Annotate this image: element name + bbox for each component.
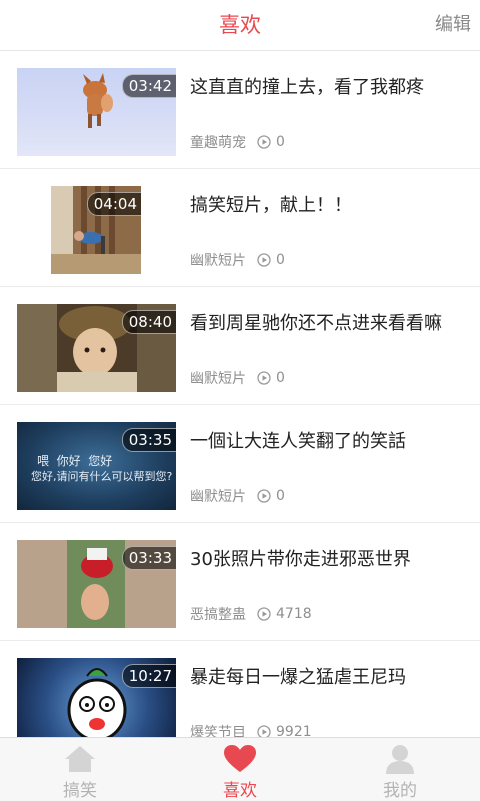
heart-icon: [224, 745, 256, 772]
video-thumbnail[interactable]: 04:04: [51, 186, 141, 274]
duration-badge: 03:42: [121, 74, 176, 98]
duration-badge: 03:35: [121, 428, 176, 452]
video-meta: 幽默短片 0: [190, 368, 285, 388]
user-icon: [386, 745, 414, 774]
video-meta: 爆笑节目 9921: [190, 722, 312, 737]
video-item[interactable]: 10:27 暴走每日一爆之猛虐王尼玛 爆笑节目 9921: [0, 641, 480, 737]
view-count: 9921: [276, 724, 312, 737]
play-count-icon: [257, 253, 271, 267]
edit-button[interactable]: 编辑: [435, 0, 471, 50]
video-item[interactable]: 03:33 30张照片带你走进邪恶世界 恶搞整蛊 4718: [0, 523, 480, 641]
category-label: 幽默短片: [190, 371, 246, 387]
favorites-list[interactable]: 03:42 这直直的撞上去，看了我都疼 童趣萌宠 0 04:04 搞笑短片，献上…: [0, 51, 480, 737]
video-title[interactable]: 看到周星驰你还不点进来看看嘛: [190, 309, 470, 335]
video-thumbnail[interactable]: 10:27: [17, 658, 176, 737]
duration-badge: 03:33: [121, 546, 176, 570]
play-count-icon: [257, 607, 271, 621]
view-count: 0: [276, 370, 285, 386]
play-count-icon: [257, 489, 271, 503]
duration-badge: 08:40: [121, 310, 176, 334]
bottom-tab-bar: 搞笑 喜欢 我的: [0, 737, 480, 801]
category-label: 恶搞整蛊: [190, 607, 246, 623]
tab-mine[interactable]: 我的: [320, 738, 480, 801]
tab-label: 喜欢: [223, 781, 257, 801]
video-item[interactable]: 喂 你好 您好 您好,请问有什么可以帮到您? 03:35 一個让大连人笑翻了的笑…: [0, 405, 480, 523]
category-label: 童趣萌宠: [190, 135, 246, 151]
category-label: 幽默短片: [190, 489, 246, 505]
category-label: 幽默短片: [190, 253, 246, 269]
video-meta: 幽默短片 0: [190, 486, 285, 506]
video-meta: 幽默短片 0: [190, 250, 285, 270]
view-count: 0: [276, 488, 285, 504]
video-meta: 童趣萌宠 0: [190, 132, 285, 152]
play-count-icon: [257, 725, 271, 737]
thumbnail-caption-top: 喂 你好 您好: [37, 454, 113, 468]
top-bar: 喜欢 编辑: [0, 0, 480, 51]
video-item[interactable]: 04:04 搞笑短片，献上！！ 幽默短片 0: [0, 169, 480, 287]
video-item[interactable]: 08:40 看到周星驰你还不点进来看看嘛 幽默短片 0: [0, 287, 480, 405]
video-item[interactable]: 03:42 这直直的撞上去，看了我都疼 童趣萌宠 0: [0, 51, 480, 169]
play-count-icon: [257, 135, 271, 149]
video-thumbnail[interactable]: 03:33: [17, 540, 176, 628]
tab-funny[interactable]: 搞笑: [0, 738, 160, 801]
video-title[interactable]: 这直直的撞上去，看了我都疼: [190, 73, 470, 99]
video-thumbnail[interactable]: 08:40: [17, 304, 176, 392]
tab-label: 我的: [383, 781, 417, 801]
view-count: 4718: [276, 606, 312, 622]
home-icon: [65, 746, 95, 772]
category-label: 爆笑节目: [190, 725, 246, 737]
video-thumbnail[interactable]: 03:42: [17, 68, 176, 156]
video-title[interactable]: 30张照片带你走进邪恶世界: [190, 545, 470, 571]
duration-badge: 10:27: [121, 664, 176, 688]
view-count: 0: [276, 134, 285, 150]
video-meta: 恶搞整蛊 4718: [190, 604, 312, 624]
video-title[interactable]: 一個让大连人笑翻了的笑話: [190, 427, 470, 453]
page-title: 喜欢: [219, 13, 261, 37]
tab-label: 搞笑: [63, 781, 97, 801]
video-title[interactable]: 搞笑短片，献上！！: [190, 191, 470, 217]
video-title[interactable]: 暴走每日一爆之猛虐王尼玛: [190, 663, 470, 689]
tab-favorites[interactable]: 喜欢: [160, 738, 320, 801]
thumbnail-caption-bottom: 您好,请问有什么可以帮到您?: [31, 470, 173, 483]
view-count: 0: [276, 252, 285, 268]
play-count-icon: [257, 371, 271, 385]
video-thumbnail[interactable]: 喂 你好 您好 您好,请问有什么可以帮到您? 03:35: [17, 422, 176, 510]
duration-badge: 04:04: [86, 192, 141, 216]
